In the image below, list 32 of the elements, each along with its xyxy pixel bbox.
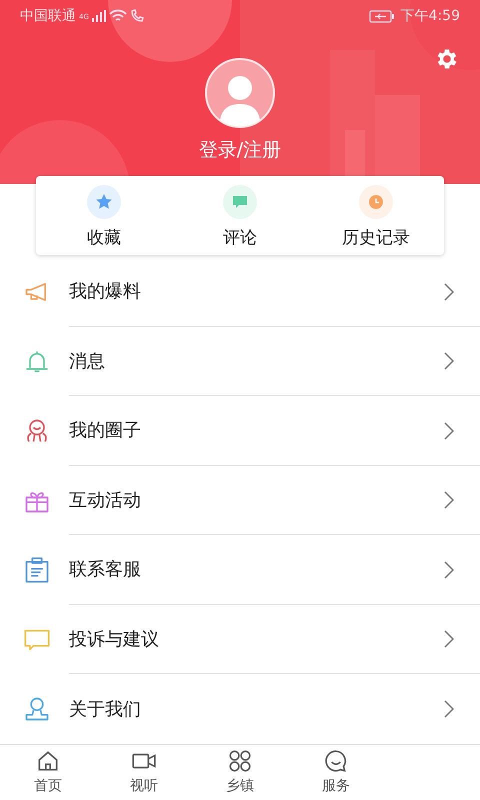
grid-icon <box>227 748 253 774</box>
battery-icon <box>368 10 395 22</box>
chevron-right-icon <box>444 352 454 370</box>
chevron-right-icon <box>444 700 454 718</box>
menu-item[interactable]: 投诉与建议 <box>69 626 444 653</box>
signal-icon <box>92 10 106 22</box>
menu-item[interactable]: 消息 <box>69 348 444 375</box>
login-link[interactable]: 登录/注册 <box>198 136 282 164</box>
clock-time: 下午4:59 <box>400 6 460 26</box>
wifi-icon <box>108 9 127 23</box>
menu-item[interactable]: 我的爆料 <box>69 278 444 306</box>
tab-item[interactable]: 视听 <box>96 744 192 800</box>
chevron-right-icon <box>444 491 454 510</box>
chevron-right-icon <box>444 422 454 440</box>
menu-item[interactable]: 联系客服 <box>69 556 444 584</box>
chevron-right-icon <box>444 282 454 301</box>
carrier-name: 中国联通 <box>20 6 76 26</box>
chevron-right-icon <box>444 630 454 648</box>
menu-item[interactable]: 关于我们 <box>69 696 444 723</box>
icon-background <box>87 185 121 219</box>
shortcut-label[interactable]: 历史记录 <box>342 226 410 252</box>
menu-item[interactable]: 互动活动 <box>69 486 444 514</box>
service-icon <box>323 748 349 774</box>
avatar[interactable] <box>205 58 275 128</box>
shortcut-label[interactable]: 评论 <box>223 226 257 252</box>
tab-item[interactable]: 服务 <box>288 744 384 800</box>
phone-icon <box>130 9 144 23</box>
tab-item[interactable]: 乡镇 <box>192 744 288 800</box>
chevron-right-icon <box>444 560 454 579</box>
shortcut-label[interactable]: 收藏 <box>87 226 121 252</box>
tab-item[interactable]: 首页 <box>0 744 96 800</box>
menu-item[interactable]: 我的圈子 <box>69 417 444 444</box>
